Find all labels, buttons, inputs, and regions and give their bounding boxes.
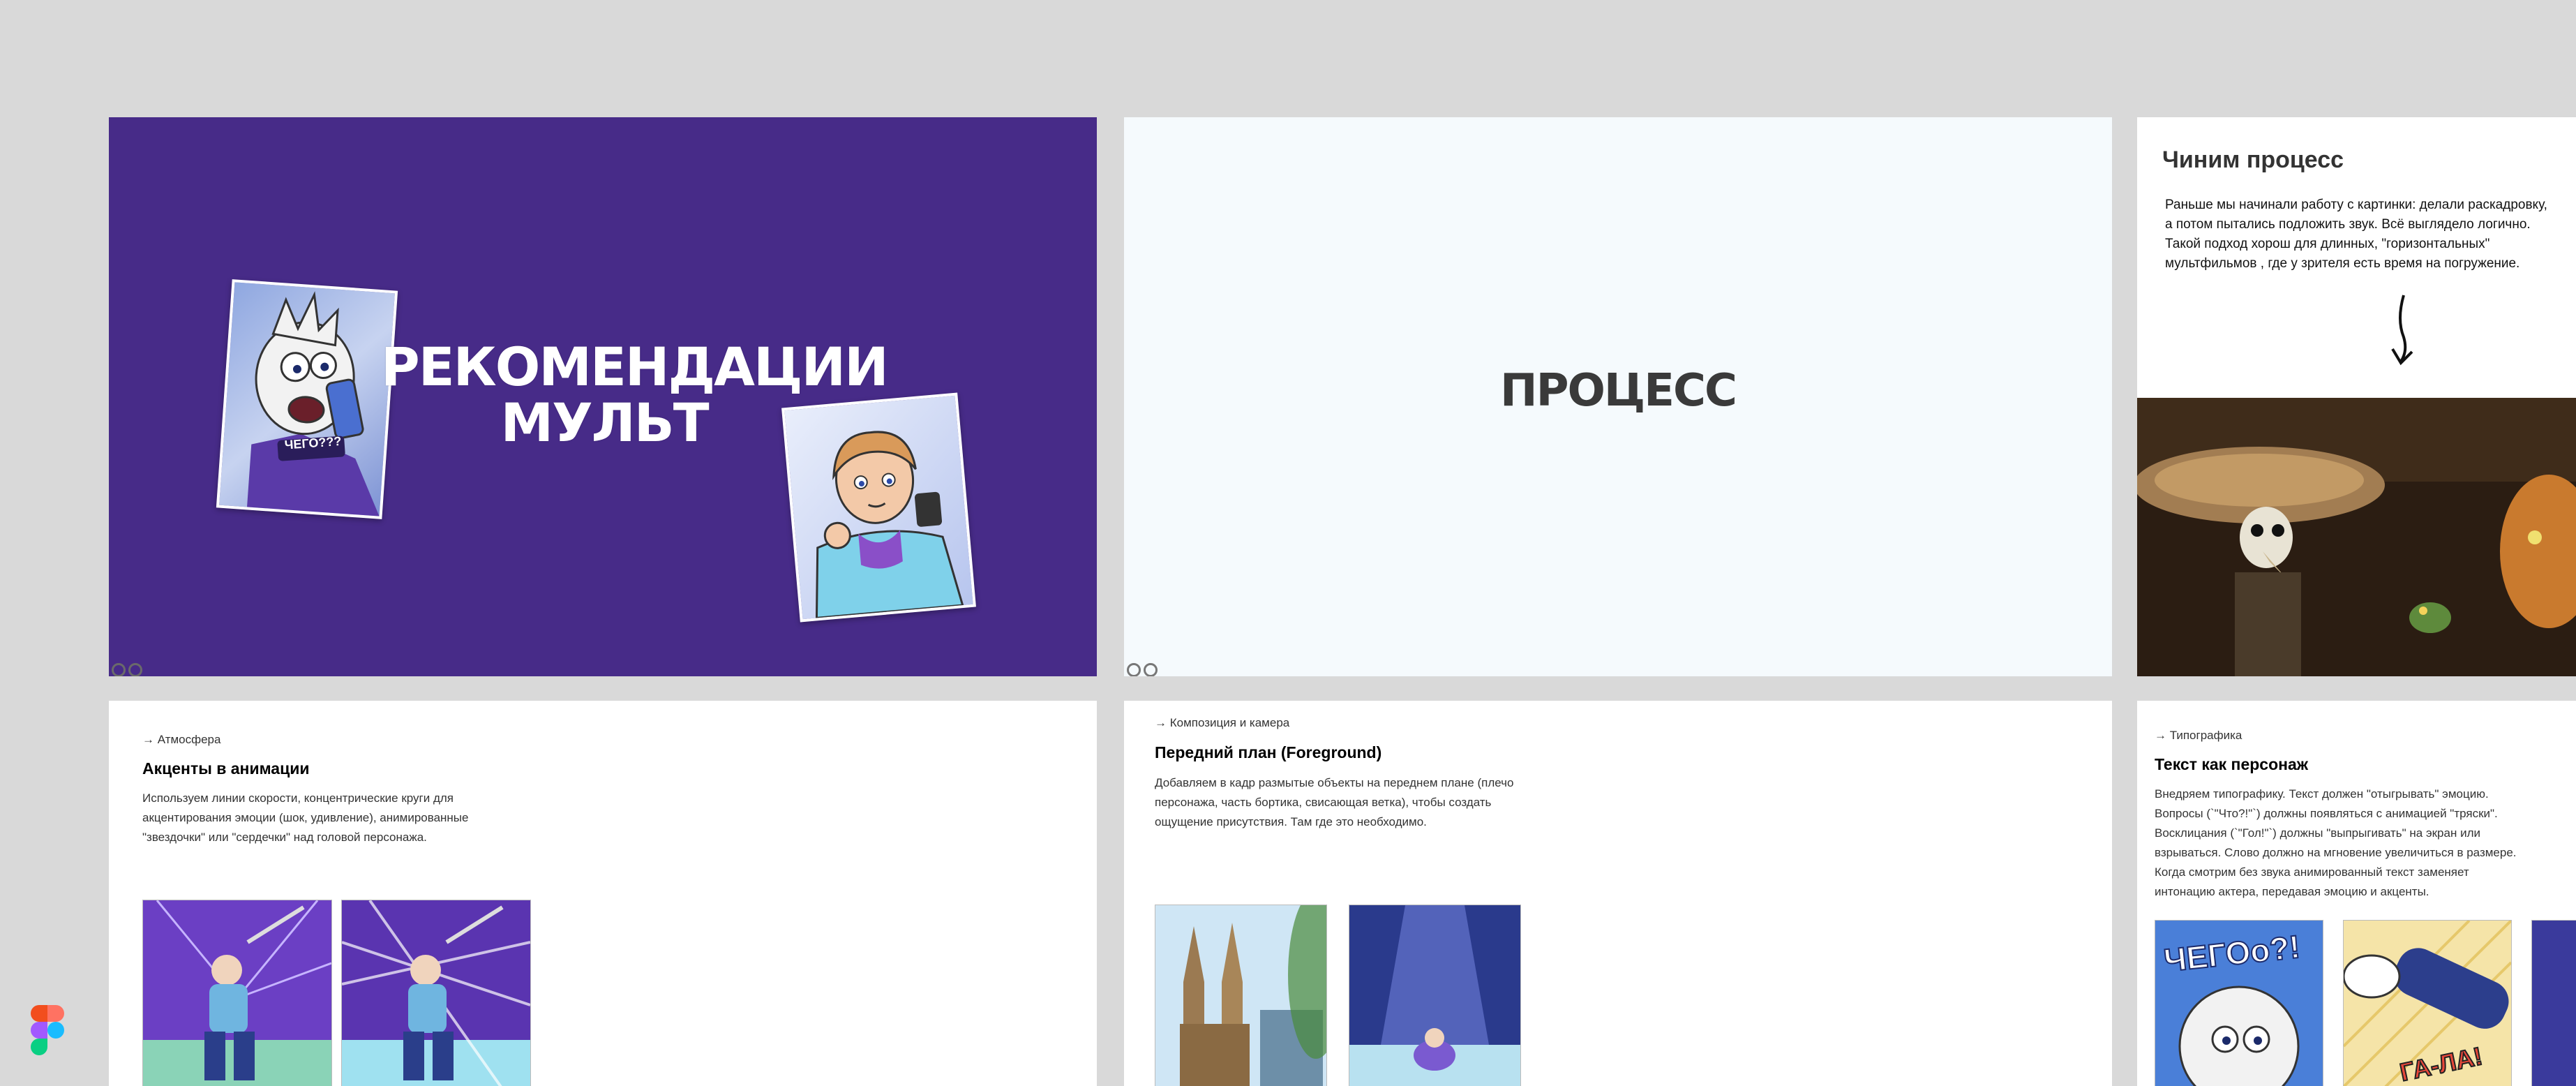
slide-typography[interactable]: → Типографика Текст как персонаж Внедряе… (2137, 701, 2576, 1086)
example-frame-2 (341, 900, 531, 1086)
slide-foreground[interactable]: → Композиция и камера Передний план (For… (1124, 701, 2112, 1086)
slide-heading: Передний план (Foreground) (1155, 743, 1382, 761)
slide-accents[interactable]: → Атмосфера Акценты в анимации Используе… (109, 701, 1097, 1086)
breadcrumb: → Композиция и камера (1155, 716, 1290, 729)
slide-heading: Акценты в анимации (142, 759, 310, 778)
slide-heading: Текст как персонаж (2155, 755, 2309, 773)
movie-still-image (2137, 398, 2576, 676)
example-frame-cathedral (1155, 905, 1327, 1086)
figma-logo-icon[interactable] (31, 1005, 64, 1055)
example-frame-chego: ЧЕГОо?! (2155, 920, 2323, 1086)
example-frame-gol: ГА-ЛА! (2343, 920, 2512, 1086)
slide-indicator (112, 663, 145, 676)
slide-paragraph: Добавляем в кадр размытые объекты на пер… (1155, 776, 1514, 828)
arrow-down-icon (2388, 292, 2416, 369)
slide-heading: Чиним процесс (2162, 147, 2344, 173)
slide-title[interactable]: ЧЕГО??? РЕКОМЕНДАЦИИ МУЛЬТ (109, 117, 1097, 676)
slide-process[interactable]: ПРОЦЕСС (1124, 117, 2112, 676)
slide-paragraph: Раньше мы начинали работу с картинки: де… (2165, 198, 2547, 271)
breadcrumb: → Типографика (2155, 729, 2242, 742)
slide-indicator (1127, 663, 1160, 676)
slide-paragraph: Используем линии скорости, концентрическ… (142, 791, 469, 844)
process-title: ПРОЦЕСС (1500, 365, 1737, 417)
example-frame-3 (2531, 920, 2576, 1086)
example-frame-arena (1349, 905, 1521, 1086)
slide-fix-process[interactable]: Чиним процесс Раньше мы начинали работу … (2137, 117, 2576, 676)
breadcrumb: → Атмосфера (142, 733, 221, 746)
sticker-character-right (781, 392, 976, 623)
example-frame-1 (142, 900, 332, 1086)
title-line-1: РЕКОМЕНДАЦИИ (381, 336, 889, 398)
slide-paragraph: Внедряем типографику. Текст должен "отыг… (2155, 787, 2517, 898)
sticker-character-left: ЧЕГО??? (216, 279, 398, 519)
title-line-2: МУЛЬТ (500, 392, 709, 454)
